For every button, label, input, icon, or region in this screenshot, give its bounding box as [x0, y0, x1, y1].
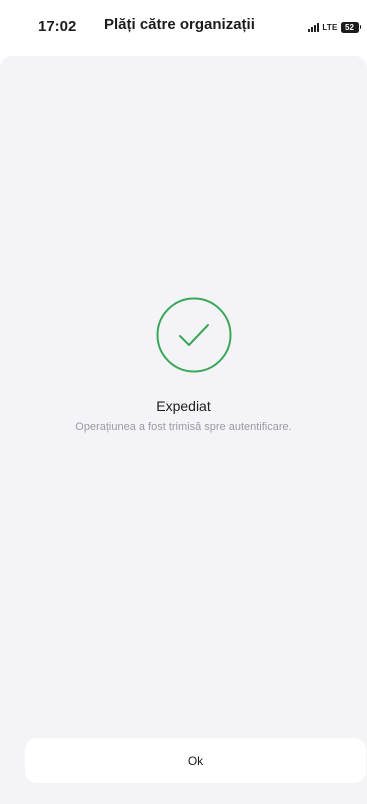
page-title: Plăți către organizații: [104, 16, 255, 33]
result-message: Operațiunea a fost trimisă spre autentif…: [75, 421, 292, 433]
network-type: LTE: [322, 22, 338, 32]
result-title: Expediat: [156, 398, 211, 414]
result-screen: Expediat Operațiunea a fost trimisă spre…: [0, 56, 367, 804]
battery-level: 52: [340, 21, 359, 33]
battery-icon: 52: [340, 21, 361, 33]
ok-button[interactable]: Ok: [25, 738, 366, 783]
signal-bars-icon: [308, 22, 320, 32]
status-time: 17:02: [38, 18, 77, 35]
status-bar: 17:02 Plăți către organizații LTE 52: [0, 0, 367, 56]
status-indicators: LTE 52: [308, 21, 361, 33]
checkmark-circle-icon: [156, 297, 232, 373]
